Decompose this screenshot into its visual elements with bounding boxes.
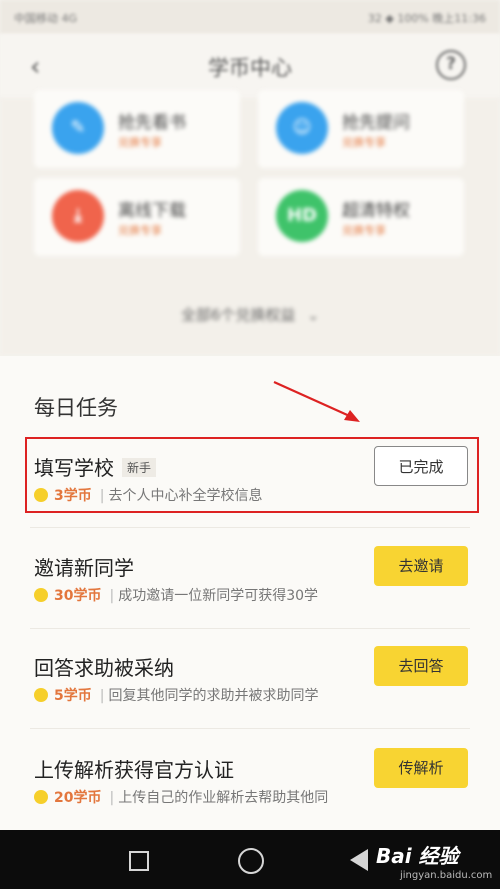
coin-icon [34,790,48,804]
benefit-sub: 兑换专享 [342,224,386,237]
benefit-name: 抢先看书 [118,113,186,133]
download-icon: ⤓ [52,190,104,242]
upload-solution-button[interactable]: 传解析 [374,748,468,788]
hd-icon: HD [276,190,328,242]
task-sub: 5学币 | 回复其他同学的求助并被求助同学 [34,685,318,705]
separator: | [99,688,105,704]
task-desc: 回复其他同学的求助并被求助同学 [108,688,319,704]
benefit-name: 抢先提问 [342,113,410,133]
page-title: 学币中心 [208,56,292,80]
benefit-sub: 兑换专享 [342,136,386,149]
help-icon[interactable]: ? [436,50,466,80]
benefit-card-hd[interactable]: HD 超清特权 兑换专享 [258,178,464,256]
task-sub: 30学币 | 成功邀请一位新同学可获得30学 [34,585,318,605]
system-nav-bar: Bai 经验 jingyan.baidu.com [0,830,500,889]
divider [30,728,470,729]
user-icon: ☺ [276,102,328,154]
answer-button[interactable]: 去回答 [374,646,468,686]
task-name: 回答求助被采纳 [34,656,174,680]
task-reward: 5学币 [54,688,92,704]
status-info: 32 ◆ 100% 晚上11:36 [367,12,486,25]
divider [30,628,470,629]
task-reward: 20学币 [54,790,102,806]
task-row: 回答求助被采纳 5学币 | 回复其他同学的求助并被求助同学 去回答 [0,646,500,752]
baidu-jingyan-logo: Bai 经验 [376,844,459,868]
status-carrier: 中国移动 4G [14,12,78,25]
separator: | [109,790,115,806]
back-triangle-icon[interactable] [350,849,368,871]
coin-icon [34,588,48,602]
watermark-url: jingyan.baidu.com [400,870,493,881]
all-benefits-toggle[interactable]: 全部6个兑换权益 ⌄ [0,304,500,325]
tasks-title: 每日任务 [34,396,118,420]
task-row: 邀请新同学 30学币 | 成功邀请一位新同学可获得30学 去邀请 [0,546,500,652]
separator: | [109,588,115,604]
top-bar: ‹ 学币中心 ? [0,34,500,98]
invite-button[interactable]: 去邀请 [374,546,468,586]
benefit-name: 离线下载 [118,201,186,221]
coin-icon [34,688,48,702]
benefit-card-ask-first[interactable]: ☺ 抢先提问 兑换专享 [258,90,464,168]
all-benefits-label: 全部6个兑换权益 [180,306,296,324]
daily-tasks-section: 每日任务 填写学校 新手 3学币 | 去个人中心补全学校信息 已完成 邀请新同学 30… [0,356,500,830]
task-desc: 上传自己的作业解析去帮助其他同 [118,790,329,806]
divider [30,527,470,528]
annotation-arrow-icon [273,380,360,422]
benefit-card-offline-download[interactable]: ⤓ 离线下载 兑换专享 [34,178,240,256]
book-icon: ✎ [52,102,104,154]
task-name: 上传解析获得官方认证 [34,758,234,782]
benefit-card-read-first[interactable]: ✎ 抢先看书 兑换专享 [34,90,240,168]
benefit-sub: 兑换专享 [118,136,162,149]
chevron-down-icon: ⌄ [307,308,320,324]
task-sub: 20学币 | 上传自己的作业解析去帮助其他同 [34,787,328,807]
benefit-sub: 兑换专享 [118,224,162,237]
status-bar: 中国移动 4G 32 ◆ 100% 晚上11:36 [0,0,500,34]
highlight-box [25,437,479,513]
benefits-section: ✎ 抢先看书 兑换专享 ☺ 抢先提问 兑换专享 ⤓ 离线下载 兑换专享 HD 超… [0,90,500,356]
task-reward: 30学币 [54,588,102,604]
task-desc: 成功邀请一位新同学可获得30学 [118,588,319,604]
home-icon[interactable] [238,848,264,874]
benefit-name: 超清特权 [342,201,410,221]
task-name: 邀请新同学 [34,556,134,580]
recent-apps-icon[interactable] [129,851,149,871]
